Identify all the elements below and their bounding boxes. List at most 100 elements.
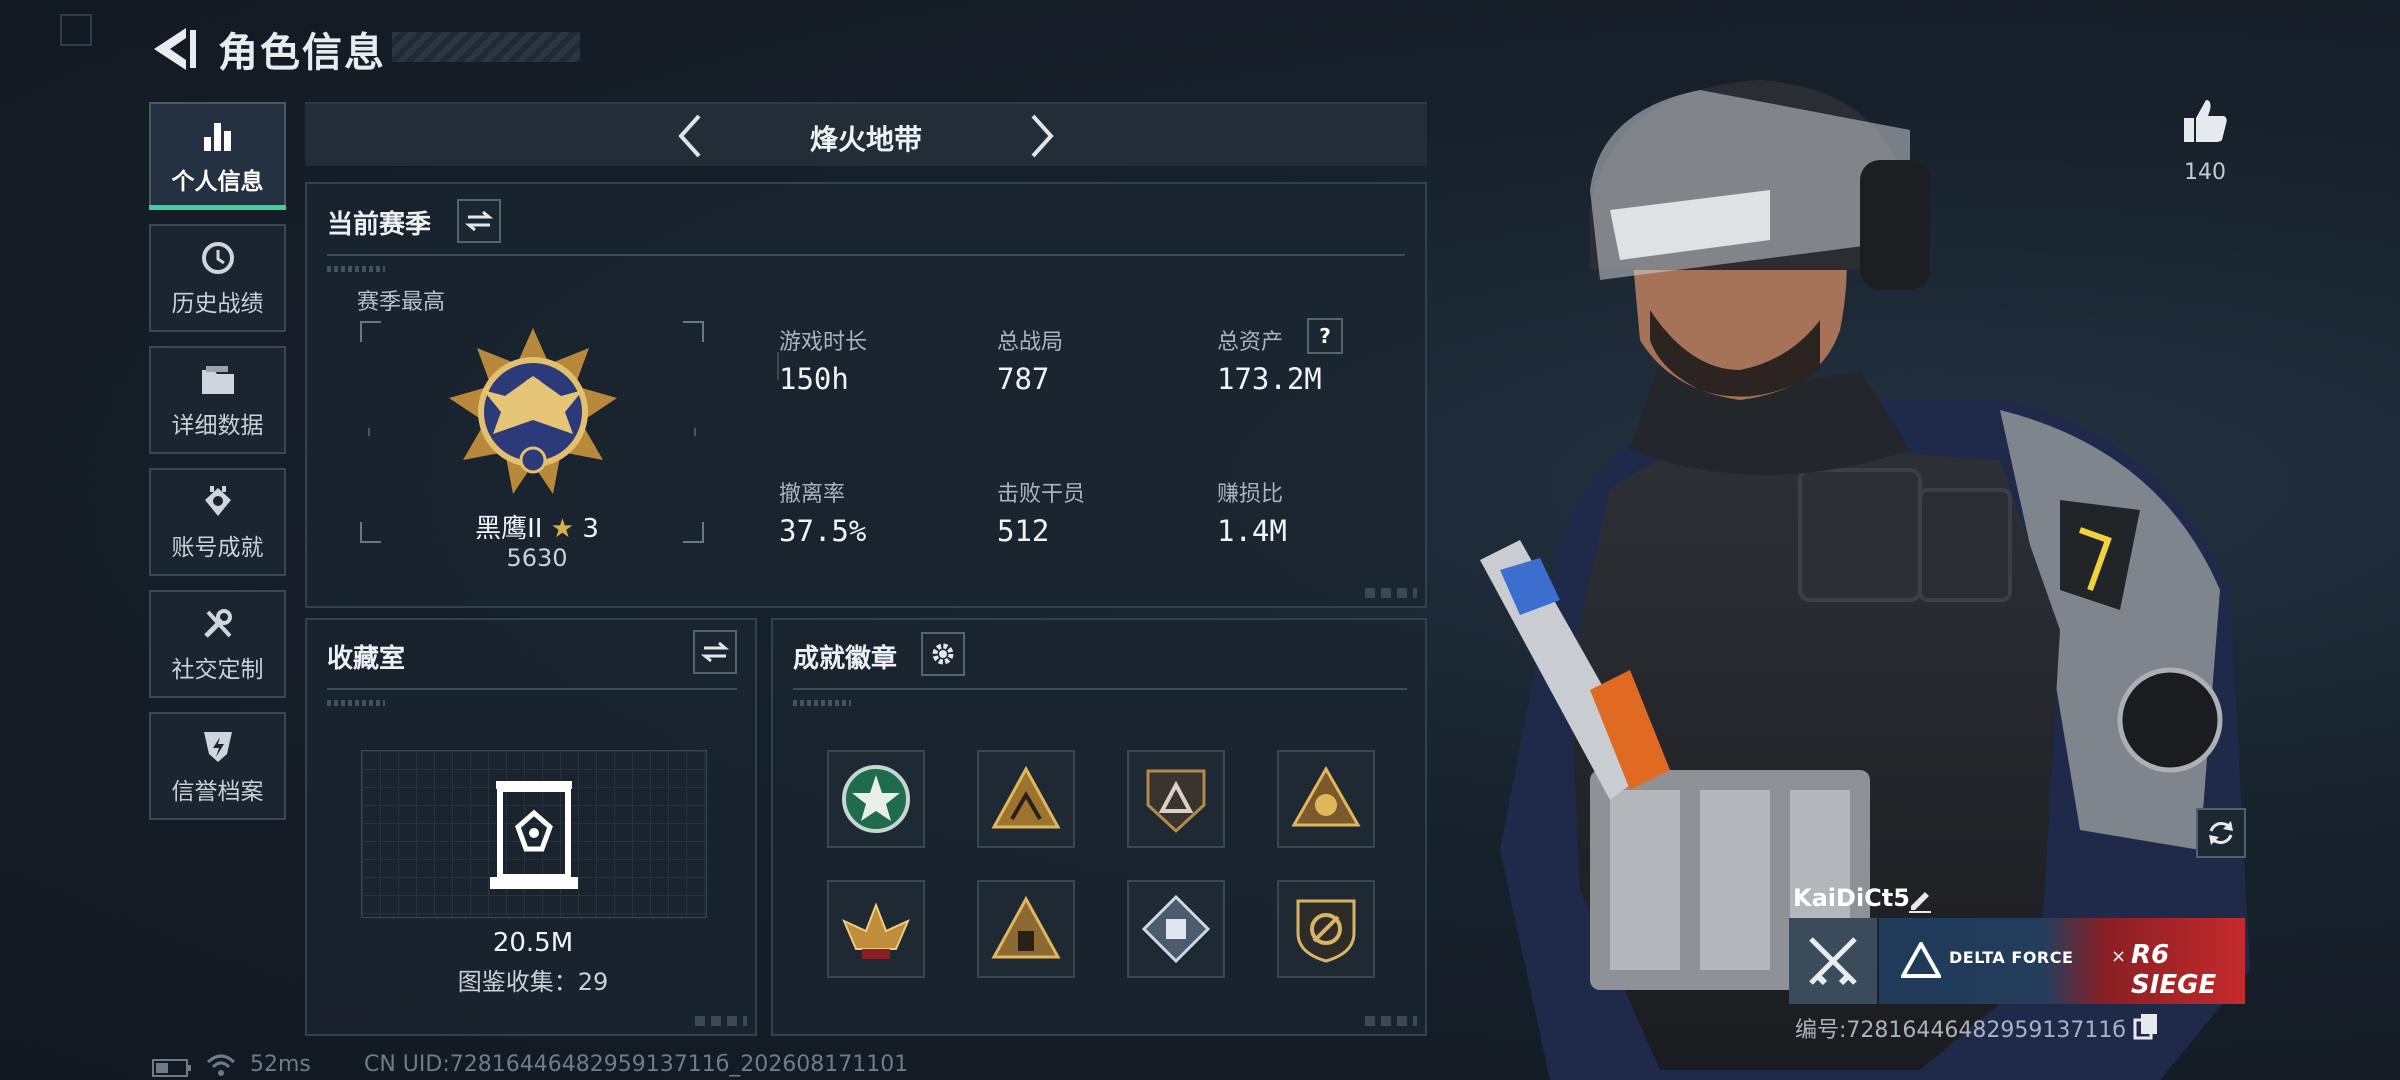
collection-count: 图鉴收集：29 [457,968,609,996]
battery-icon [152,1058,192,1080]
back-button[interactable] [150,22,200,76]
sidebar-item-label: 账号成就 [171,535,264,561]
badges-title: 成就徽章 [793,644,898,674]
thumbs-up-icon [2184,100,2227,142]
silver-diamond-badge-icon [1141,894,1211,964]
stat-label: 撤离率 [779,482,846,507]
mode-title: 烽火地带 [809,123,922,156]
badge-slot[interactable] [977,750,1075,848]
sidebar-item-label: 社交定制 [171,657,264,683]
rank-points: 5630 [506,544,568,572]
swap-arrows-icon [465,210,493,232]
refresh-model-button[interactable] [2196,808,2246,858]
badge-slot[interactable] [1127,880,1225,978]
badge-slot[interactable] [827,880,925,978]
badge-slot[interactable] [1277,880,1375,978]
star-icon: ★ [542,514,583,544]
sidebar-item-reputation[interactable]: 信誉档案 [149,712,286,820]
corner-decoration [1365,588,1417,598]
gear-icon [932,643,954,665]
sidebar-item-label: 详细数据 [171,413,264,439]
gold-tent-badge-icon [991,895,1061,959]
edit-name-button[interactable] [1905,884,1935,914]
name-card[interactable]: DELTA FORCE × R6 SIEGE [1789,918,2245,1004]
achievement-medal-icon [198,482,238,522]
divider [793,688,1407,690]
cn-uid: CN UID:7281644648295913711б_202608171101 [364,1052,909,1077]
refresh-icon [2209,821,2233,845]
badge-settings-button[interactable] [921,632,965,676]
delta-force-logo: DELTA FORCE [1949,948,2074,967]
badge-slot[interactable] [1277,750,1375,848]
decoration-lines [327,700,385,706]
sidebar-item-label: 历史战绩 [171,291,264,317]
corner-decoration [1365,1016,1417,1026]
help-button[interactable]: ? [1307,318,1343,354]
wifi-icon [206,1052,236,1080]
swap-arrows-icon [701,641,729,663]
title-decoration [392,32,580,62]
rank-name: 黑鹰II [475,514,543,544]
switch-season-button[interactable] [457,199,501,243]
collection-panel[interactable]: 收藏室 20.5M 图鉴收集：29 [305,618,757,1036]
collection-value: 20.5M [492,928,574,958]
history-clock-icon [198,238,238,278]
ping-value: 52ms [250,1052,311,1077]
stat-divider [777,352,779,380]
rank-label: 黑鹰II ★ 3 [467,508,607,545]
sidebar-item-achievements[interactable]: 账号成就 [149,468,286,576]
bar-chart-icon [198,116,238,156]
badge-slot[interactable] [977,880,1075,978]
player-name: KaiDiCt5 [1793,884,1910,912]
decoration-lines [793,700,851,706]
like-count: 140 [2184,160,2226,185]
stat-label: 游戏时长 [779,330,868,355]
badge-slot[interactable] [1127,750,1225,848]
collection-title: 收藏室 [327,644,406,674]
copy-icon [2133,1014,2157,1040]
dark-shield-badge-icon [1146,769,1206,834]
player-id: 编号:7281644648295913711б [1795,1018,2126,1043]
divider [327,688,737,690]
stat-label: 总战局 [997,330,1064,355]
divider [327,254,1405,256]
black-hawk-rank-emblem-icon [449,328,617,494]
season-best-label: 赛季最高 [357,290,446,315]
season-panel: 当前赛季 赛季最高 黑鹰II ★ 3 5630 游戏时长 150h 总战局 78… [305,182,1427,608]
gold-triangle-emblem-icon [1291,765,1361,827]
sidebar-item-personal-info[interactable]: 个人信息 [149,102,286,210]
copy-id-button[interactable] [2133,1012,2159,1040]
next-mode-button[interactable] [1015,110,1067,162]
stat-value: 37.5% [779,514,867,548]
pencil-icon [1909,892,1931,913]
chevron-right-icon [1031,114,1054,158]
stat-value: 512 [997,514,1050,548]
stat-value: 173.2M [1217,362,1322,396]
badge-slot[interactable] [827,750,925,848]
like-button[interactable] [2180,96,2230,146]
gold-eagle-badge-icon [842,902,910,959]
question-icon: ? [1319,324,1331,348]
stat-value: 787 [997,362,1050,396]
display-case-icon [490,781,578,889]
back-arrow-icon [154,28,196,70]
reputation-shield-icon [198,726,238,766]
sidebar-item-label: 信誉档案 [171,779,264,805]
collab-separator: × [2111,946,2127,967]
sidebar-item-social[interactable]: 社交定制 [149,590,286,698]
stat-label: 总资产 [1217,330,1284,355]
stat-value: 1.4M [1217,514,1287,548]
sidebar-item-history[interactable]: 历史战绩 [149,224,286,332]
stat-label: 赚损比 [1217,482,1284,507]
green-star-badge-icon [842,765,910,833]
sidebar-item-details[interactable]: 详细数据 [149,346,286,454]
page-title: 角色信息 [218,30,386,76]
gold-triangle-badge-icon [991,765,1061,829]
stat-value: 150h [779,362,849,396]
season-title: 当前赛季 [327,210,432,240]
r6-siege-logo: R6 SIEGE [2131,940,2217,1000]
collection-switch-button[interactable] [693,630,737,674]
wrench-screwdriver-icon [198,604,238,644]
sidebar-item-label: 个人信息 [171,169,264,195]
mode-selector: 烽火地带 [305,102,1427,166]
